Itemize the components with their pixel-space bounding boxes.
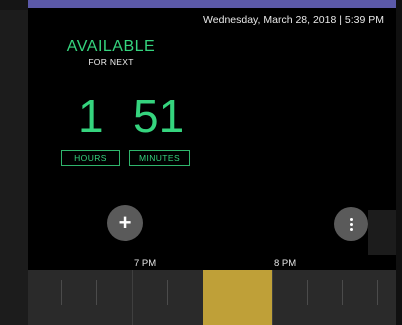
device-bezel-left <box>0 0 28 325</box>
minutes-label: MINUTES <box>129 150 190 166</box>
hours-label: HOURS <box>61 150 120 166</box>
status-title: AVAILABLE <box>66 38 156 55</box>
timeline-tick <box>61 280 62 305</box>
hours-value: 1 <box>78 90 104 142</box>
more-options-button[interactable] <box>334 207 368 241</box>
device-bezel-right <box>396 0 402 325</box>
timeline-tick-hour <box>132 270 133 325</box>
availability-status: AVAILABLE FOR NEXT <box>56 38 166 67</box>
timeline-tick-hour <box>272 270 273 325</box>
timeline-label-8pm: 8 PM <box>274 258 297 269</box>
timeline-tick <box>167 280 168 305</box>
schedule-timeline[interactable] <box>28 270 396 325</box>
add-booking-button[interactable]: + <box>107 205 143 241</box>
timeline-tick <box>377 280 378 305</box>
screen-edge-panel <box>368 210 396 255</box>
more-vertical-icon <box>349 217 353 231</box>
timeline-label-7pm: 7 PM <box>134 258 157 269</box>
minutes-value: 51 <box>133 90 185 142</box>
timeline-tick <box>96 280 97 305</box>
status-subtitle: FOR NEXT <box>88 57 134 67</box>
plus-icon: + <box>118 210 132 235</box>
device-bezel-corner <box>0 0 28 10</box>
timeline-tick <box>307 280 308 305</box>
timeline-tick <box>342 280 343 305</box>
booked-block[interactable] <box>203 270 272 325</box>
date-time: Wednesday, March 28, 2018 | 5:39 PM <box>203 14 384 26</box>
room-display-screen: Wednesday, March 28, 2018 | 5:39 PM AVAI… <box>28 8 396 325</box>
